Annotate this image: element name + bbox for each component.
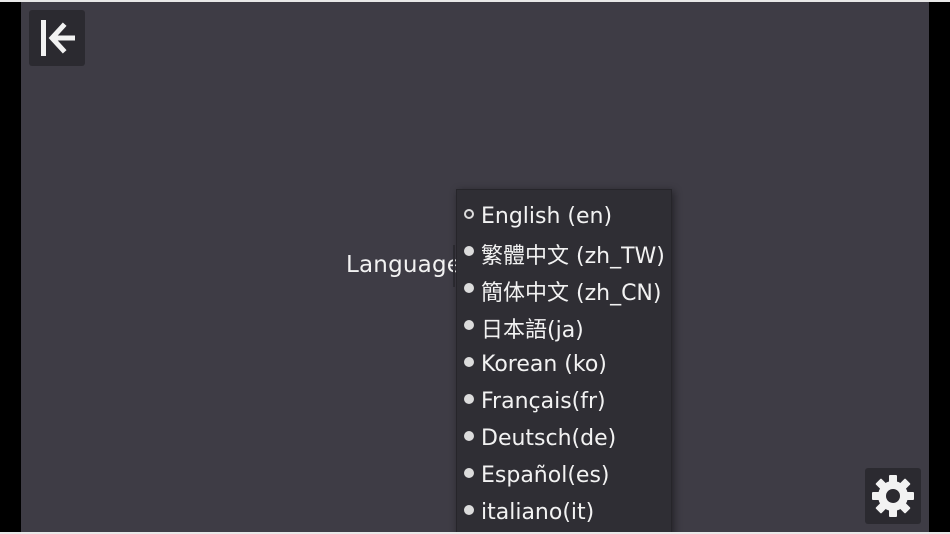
app-screen: Language English (en) 繁體中文 (zh_TW) 簡体中文 … <box>21 2 929 532</box>
language-option-zh-cn[interactable]: 簡体中文 (zh_CN) <box>457 272 671 309</box>
language-dropdown-list[interactable]: English (en) 繁體中文 (zh_TW) 簡体中文 (zh_CN) 日… <box>456 189 672 532</box>
radio-bullet-icon <box>464 504 474 515</box>
language-option-en[interactable]: English (en) <box>457 198 671 235</box>
radio-bullet-icon <box>464 430 474 441</box>
settings-button[interactable] <box>865 468 921 524</box>
language-option-es[interactable]: Español(es) <box>457 457 671 494</box>
radio-bullet-icon <box>464 282 474 293</box>
language-option-it[interactable]: italiano(it) <box>457 494 671 531</box>
radio-bullet-icon <box>464 467 474 478</box>
language-option-fr[interactable]: Français(fr) <box>457 383 671 420</box>
radio-bullet-icon <box>464 319 474 330</box>
radio-bullet-icon <box>464 356 474 367</box>
label-divider <box>453 245 455 287</box>
back-button[interactable] <box>29 10 85 66</box>
radio-bullet-icon <box>464 245 474 256</box>
language-label: Language <box>346 252 462 278</box>
language-option-de[interactable]: Deutsch(de) <box>457 420 671 457</box>
radio-bullet-icon <box>464 393 474 404</box>
language-option-ko[interactable]: Korean (ko) <box>457 346 671 383</box>
gear-icon <box>872 475 914 517</box>
language-option-zh-tw[interactable]: 繁體中文 (zh_TW) <box>457 235 671 272</box>
back-to-start-icon <box>41 20 75 56</box>
language-option-ja[interactable]: 日本語(ja) <box>457 309 671 346</box>
radio-selected-icon <box>464 208 474 219</box>
